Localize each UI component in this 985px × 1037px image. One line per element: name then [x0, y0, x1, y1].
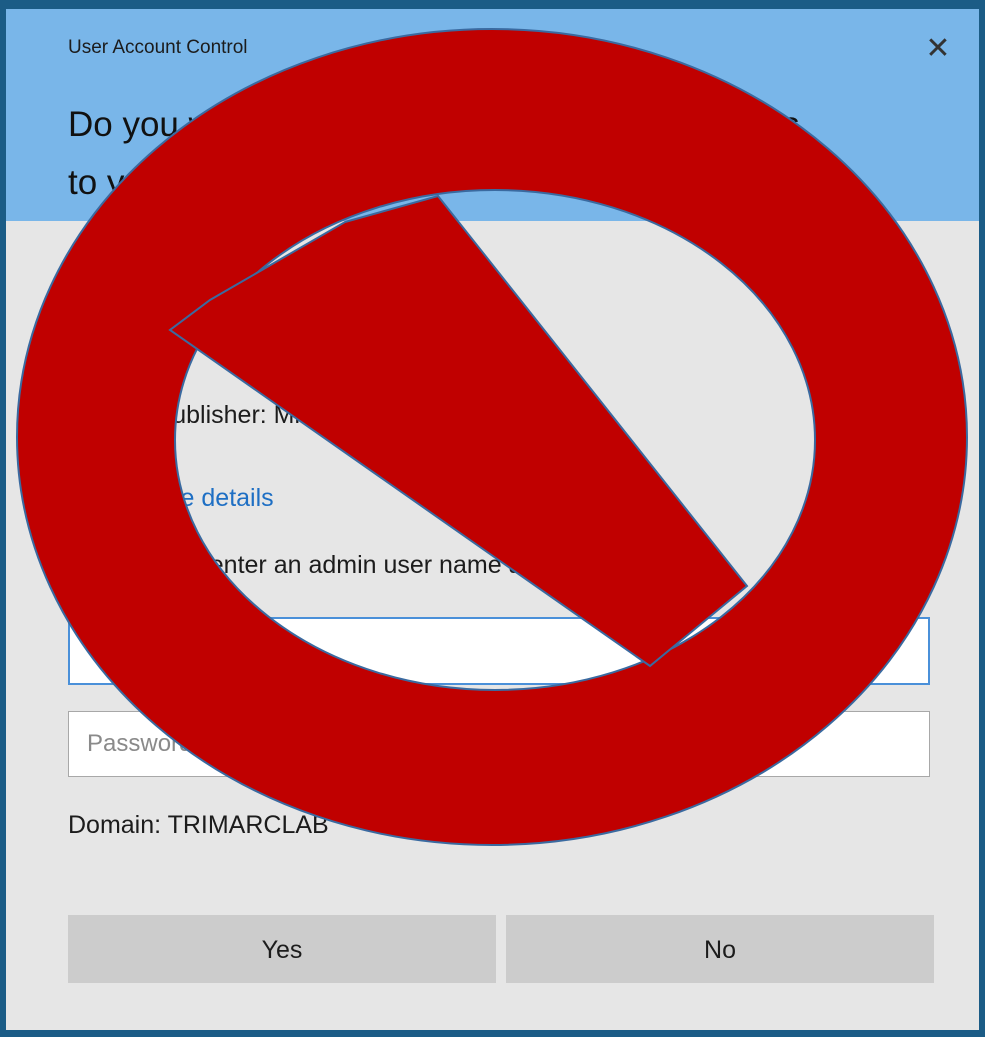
- uac-dialog: User Account Control ✕ Do you want to al…: [0, 0, 985, 1037]
- password-field[interactable]: [68, 711, 930, 777]
- verified-publisher: Verified publisher: Microsoft Windows: [68, 401, 484, 429]
- yes-button[interactable]: Yes: [68, 915, 496, 983]
- show-details-link[interactable]: Show more details: [68, 484, 274, 513]
- uac-question: Do you want to allow this app to make ch…: [68, 105, 800, 202]
- domain-label: Domain: TRIMARCLAB: [68, 811, 329, 839]
- no-button[interactable]: No: [506, 915, 934, 983]
- credentials-instruction: To continue, enter an admin user name an…: [68, 551, 672, 579]
- window-title: User Account Control: [68, 37, 248, 58]
- dialog-header: User Account Control ✕ Do you want to al…: [6, 9, 979, 221]
- program-name: Microsoft Management Console: [68, 292, 520, 328]
- close-icon[interactable]: ✕: [918, 29, 958, 69]
- username-field[interactable]: [68, 617, 930, 685]
